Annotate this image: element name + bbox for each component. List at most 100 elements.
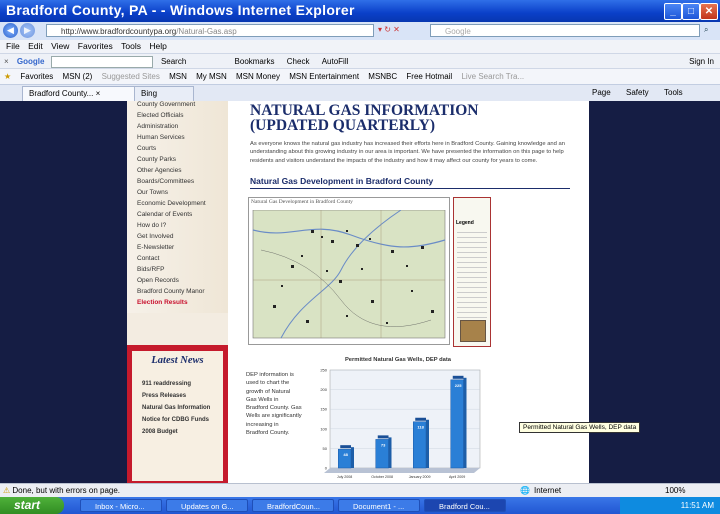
- chart-data-label: 48: [343, 452, 348, 457]
- sidebar-item[interactable]: Our Towns: [137, 189, 168, 196]
- close-button[interactable]: ✕: [700, 3, 718, 20]
- legend-entries: [457, 228, 487, 318]
- tools-menu[interactable]: Tools: [664, 85, 683, 101]
- tab-bing[interactable]: Bing: [134, 86, 194, 101]
- taskbar-item[interactable]: BradfordCoun...: [252, 499, 334, 512]
- warning-icon[interactable]: ⚠: [3, 486, 10, 495]
- section-divider: [250, 188, 570, 189]
- sidebar-item[interactable]: Election Results: [137, 299, 188, 306]
- fav-msn2[interactable]: MSN (2): [63, 72, 93, 81]
- favorites-button[interactable]: Favorites: [20, 72, 53, 81]
- sidebar-item[interactable]: Economic Development: [137, 200, 206, 207]
- google-search-input[interactable]: [50, 55, 153, 68]
- bookmarks-button[interactable]: Bookmarks: [235, 57, 275, 66]
- search-icon[interactable]: ⌕: [704, 25, 708, 35]
- chart-data-label-bg: [415, 417, 426, 421]
- sidebar-item[interactable]: Administration: [137, 123, 178, 130]
- clock[interactable]: 11:51 AM: [681, 501, 714, 510]
- map-title: Natural Gas Development in Bradford Coun…: [251, 199, 353, 205]
- sidebar-item[interactable]: How do I?: [137, 222, 166, 229]
- start-button[interactable]: start: [0, 497, 64, 514]
- sidebar-item[interactable]: Contact: [137, 255, 159, 262]
- section-title: Natural Gas Development in Bradford Coun…: [250, 176, 434, 186]
- menu-help[interactable]: Help: [149, 41, 166, 51]
- autofill-button[interactable]: AutoFill: [322, 57, 349, 66]
- tab-bradford-label: Bradford County...: [29, 89, 94, 98]
- close-toolbar-icon[interactable]: ×: [4, 57, 9, 66]
- tab-bradford[interactable]: Bradford County... ×: [22, 86, 140, 101]
- menu-file[interactable]: File: [6, 41, 20, 51]
- safety-menu[interactable]: Safety: [626, 85, 649, 101]
- taskbar-item[interactable]: Updates on G...: [166, 499, 248, 512]
- chart-y-tick-label: 150: [320, 407, 327, 412]
- check-button[interactable]: Check: [287, 57, 310, 66]
- star-icon[interactable]: ★: [4, 72, 11, 81]
- sidebar-item[interactable]: Courts: [137, 145, 156, 152]
- menu-tools[interactable]: Tools: [121, 41, 141, 51]
- fav-suggested-sites[interactable]: Suggested Sites: [102, 72, 160, 81]
- back-button[interactable]: ◀: [3, 23, 18, 38]
- sidebar-item[interactable]: Elected Officials: [137, 112, 183, 119]
- sidebar-item[interactable]: Calendar of Events: [137, 211, 192, 218]
- fav-msn-entertainment[interactable]: MSN Entertainment: [289, 72, 359, 81]
- fav-my-msn[interactable]: My MSN: [196, 72, 227, 81]
- fav-msn-money[interactable]: MSN Money: [236, 72, 280, 81]
- window-title: Bradford County, PA - - Windows Internet…: [6, 2, 355, 18]
- chart-description: DEP information is used to chart the gro…: [246, 372, 302, 437]
- menu-view[interactable]: View: [51, 41, 69, 51]
- google-search-button[interactable]: Search: [161, 57, 186, 66]
- taskbar-item[interactable]: Document1 - ...: [338, 499, 420, 512]
- system-tray: 11:51 AM: [620, 497, 720, 514]
- news-item[interactable]: 911 readdressing: [142, 381, 191, 387]
- sidebar-item[interactable]: Human Services: [137, 134, 185, 141]
- tab-close-icon[interactable]: ×: [96, 89, 101, 98]
- url-path: /Natural-Gas.asp: [176, 27, 237, 36]
- sidebar: County Government Elected Officials Admi…: [127, 101, 228, 483]
- latest-news-panel: Latest News 911 readdressing Press Relea…: [127, 345, 228, 483]
- fav-free-hotmail[interactable]: Free Hotmail: [406, 72, 452, 81]
- page-menu[interactable]: Page: [592, 85, 611, 101]
- chart-x-tick-label: January 2009: [409, 475, 431, 479]
- sign-in-link[interactable]: Sign In: [689, 54, 714, 69]
- gas-development-map[interactable]: Natural Gas Development in Bradford Coun…: [248, 197, 450, 345]
- taskbar-item[interactable]: Bradford Cou...: [424, 499, 506, 512]
- maximize-button[interactable]: □: [682, 3, 700, 20]
- menu-favorites[interactable]: Favorites: [78, 41, 113, 51]
- chart-bar[interactable]: [450, 379, 464, 469]
- sidebar-item[interactable]: Bids/RFP: [137, 266, 164, 273]
- refresh-stop-icons[interactable]: ▾ ↻ ✕: [378, 25, 400, 34]
- chart-y-tick-label: 250: [320, 368, 327, 373]
- tab-bing-label: Bing: [141, 89, 158, 98]
- sidebar-item[interactable]: Get Involved: [137, 233, 174, 240]
- sidebar-item[interactable]: E-Newsletter: [137, 244, 174, 251]
- menu-edit[interactable]: Edit: [28, 41, 43, 51]
- sidebar-item[interactable]: Open Records: [137, 277, 179, 284]
- news-item[interactable]: Natural Gas Information: [142, 405, 210, 411]
- chart-y-tick-label: 0: [325, 466, 328, 471]
- chart-x-tick-label: October 2008: [371, 475, 393, 479]
- zoom-level[interactable]: 100%: [665, 484, 685, 498]
- news-item[interactable]: Press Releases: [142, 393, 186, 399]
- sidebar-item[interactable]: Other Agencies: [137, 167, 181, 174]
- news-item[interactable]: 2008 Budget: [142, 429, 178, 435]
- minimize-button[interactable]: _: [664, 3, 682, 20]
- sidebar-item[interactable]: County Government: [137, 101, 195, 108]
- search-input[interactable]: Google: [430, 24, 700, 37]
- sidebar-item[interactable]: Bradford County Manor: [137, 288, 205, 295]
- fav-msn[interactable]: MSN: [169, 72, 187, 81]
- chart-data-label: 225: [455, 383, 462, 388]
- chart-data-label: 118: [417, 425, 424, 430]
- status-bar: ⚠ Done, but with errors on page. 🌐 Inter…: [0, 483, 720, 498]
- taskbar-item[interactable]: Inbox - Micro...: [80, 499, 162, 512]
- fav-live-search[interactable]: Live Search Tra...: [461, 72, 524, 81]
- chart-floor: [324, 468, 480, 473]
- map-image: [252, 210, 446, 339]
- latest-news-inner: Latest News 911 readdressing Press Relea…: [132, 351, 223, 481]
- sidebar-item[interactable]: County Parks: [137, 156, 176, 163]
- news-item[interactable]: Notice for CDBG Funds: [142, 417, 209, 423]
- forward-button[interactable]: ▶: [20, 23, 35, 38]
- wells-chart[interactable]: Permitted Natural Gas Wells, DEP data 0 5…: [308, 357, 488, 482]
- sidebar-item[interactable]: Boards/Committees: [137, 178, 194, 185]
- fav-msnbc[interactable]: MSNBC: [368, 72, 397, 81]
- address-bar[interactable]: http://www.bradfordcountypa.org/Natural-…: [46, 24, 374, 37]
